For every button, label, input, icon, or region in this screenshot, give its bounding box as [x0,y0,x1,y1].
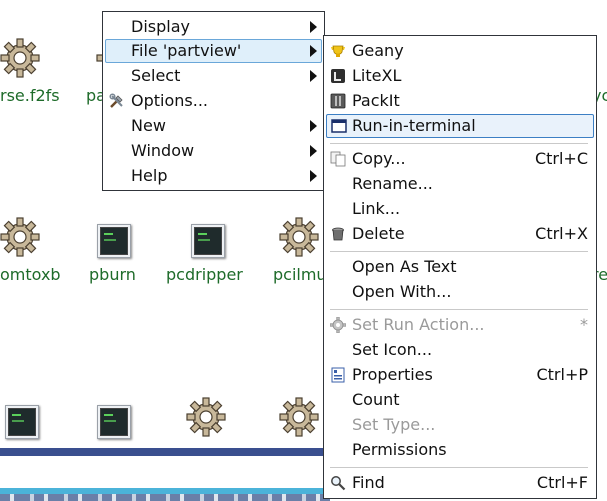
menu-item-open-as-text[interactable]: Open As Text [326,255,594,279]
trash-icon [332,227,344,241]
desktop-divider-bar [0,448,327,456]
terminal-app-icon[interactable] [191,224,225,258]
menu-item-help[interactable]: Help [105,164,322,188]
main-context-menu: Display File 'partview' Select Options..… [102,11,325,191]
geany-icon [331,45,345,57]
menu-item-delete[interactable]: Delete Ctrl+X [326,222,594,246]
terminal-app-icon[interactable] [97,224,131,258]
menu-item-packit[interactable]: PackIt [326,89,594,113]
menu-item-copy[interactable]: Copy... Ctrl+C [326,147,594,171]
menu-item-permissions[interactable]: Permissions [326,438,594,462]
menu-item-set-type[interactable]: Set Type... [326,413,594,437]
menu-item-properties[interactable]: Properties Ctrl+P [326,363,594,387]
taskbar-pattern [0,494,330,501]
menu-item-find[interactable]: Find Ctrl+F [326,471,594,495]
desktop-icon-label[interactable]: omtoxb [0,265,61,284]
desktop-icon-label[interactable]: pcilmu [273,265,327,284]
submenu-arrow-icon [310,145,317,157]
gear-icon[interactable] [279,217,319,257]
menu-item-options[interactable]: Options... [105,89,322,113]
menu-separator [330,467,588,468]
magnifier-icon [331,476,346,491]
menu-item-select[interactable]: Select [105,64,322,88]
menu-item-display[interactable]: Display [105,15,322,39]
menu-item-window[interactable]: Window [105,139,322,163]
desktop-icon-label[interactable]: rse.f2fs [0,86,60,105]
gear-icon[interactable] [279,397,319,437]
file-submenu: Geany LiteXL PackIt Run-in-terminal Copy [323,35,597,499]
properties-icon [331,367,345,383]
menu-item-open-with[interactable]: Open With... [326,280,594,304]
menu-item-file[interactable]: File 'partview' [105,39,322,63]
copy-icon [330,151,346,167]
menu-item-set-icon[interactable]: Set Icon... [326,338,594,362]
submenu-arrow-icon [310,70,317,82]
menu-item-set-run-action[interactable]: Set Run Action... * [326,313,594,337]
submenu-arrow-icon [310,170,317,182]
gear-icon[interactable] [0,217,40,257]
menu-item-count[interactable]: Count [326,388,594,412]
terminal-app-icon[interactable] [5,405,39,439]
gear-icon[interactable] [0,38,40,78]
menu-separator [330,143,588,144]
menu-item-litexl[interactable]: LiteXL [326,64,594,88]
submenu-arrow-icon [310,45,317,57]
menu-item-rename[interactable]: Rename... [326,172,594,196]
menu-item-new[interactable]: New [105,114,322,138]
terminal-icon [331,119,347,133]
packit-icon [330,93,346,109]
menu-separator [330,251,588,252]
menu-separator [330,309,588,310]
gear-small-icon [330,317,346,333]
menu-item-geany[interactable]: Geany [326,39,594,63]
tools-icon [109,93,123,108]
litexl-icon [331,69,345,83]
submenu-arrow-icon [310,21,317,33]
desktop-icon-label[interactable]: pburn [89,265,136,284]
desktop-icon-label[interactable]: pcdripper [166,265,243,284]
submenu-arrow-icon [310,120,317,132]
menu-item-run-in-terminal[interactable]: Run-in-terminal [326,114,594,138]
terminal-app-icon[interactable] [97,405,131,439]
menu-item-link[interactable]: Link... [326,197,594,221]
gear-icon[interactable] [186,397,226,437]
